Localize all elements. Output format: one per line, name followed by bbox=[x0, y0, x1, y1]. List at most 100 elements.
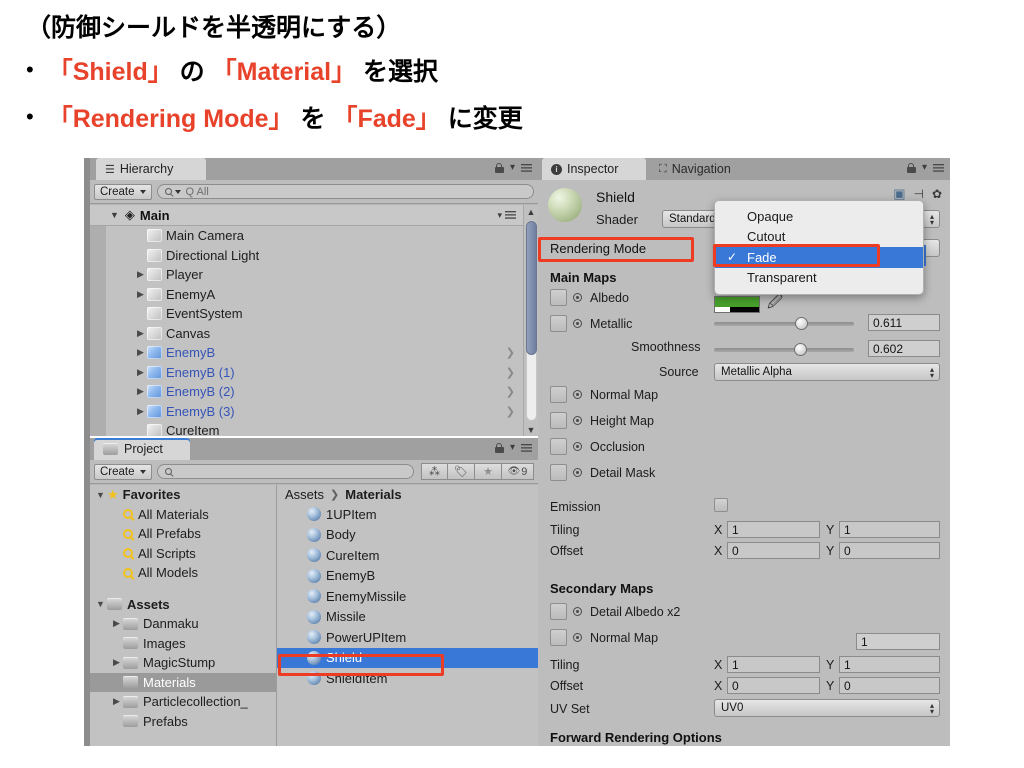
texture-slot[interactable] bbox=[550, 629, 567, 646]
project-tree-row[interactable]: All Prefabs bbox=[90, 524, 276, 544]
property-toggle-icon[interactable] bbox=[573, 293, 582, 302]
main-offset-x-field[interactable]: 0 bbox=[727, 542, 820, 559]
rendering-mode-option[interactable]: ✓ Fade bbox=[715, 247, 923, 268]
panel-menu-icon[interactable]: ▾ bbox=[510, 162, 515, 173]
hierarchy-row[interactable]: ▶ EnemyA bbox=[90, 285, 523, 305]
hierarchy-scrollbar[interactable]: ▲ ▼ bbox=[523, 205, 538, 436]
label-tag-icon[interactable]: 🏷 bbox=[448, 463, 475, 480]
smoothness-slider[interactable] bbox=[714, 343, 854, 356]
scroll-down-arrow-icon[interactable]: ▼ bbox=[524, 423, 538, 436]
project-tree-row[interactable]: ▶ Particlecollection_ bbox=[90, 692, 276, 712]
project-search-input[interactable] bbox=[156, 464, 414, 479]
main-tiling-y-field[interactable]: 1 bbox=[839, 521, 940, 538]
eyedropper-icon[interactable]: 🖉 bbox=[767, 292, 783, 317]
project-tree-row[interactable]: ▶ MagicStump bbox=[90, 653, 276, 673]
property-toggle-icon[interactable] bbox=[573, 607, 582, 616]
project-tree-row[interactable]: ▼ ★ Favorites bbox=[90, 485, 276, 505]
property-toggle-icon[interactable] bbox=[573, 468, 582, 477]
asset-row[interactable]: Body bbox=[277, 525, 538, 546]
secondary-tiling-y-field[interactable]: 1 bbox=[839, 656, 940, 673]
expand-arrow-icon[interactable]: ▶ bbox=[134, 347, 147, 358]
open-prefab-chevron-icon[interactable]: ❯ bbox=[506, 385, 515, 398]
secondary-tiling-x-field[interactable]: 1 bbox=[727, 656, 820, 673]
rendering-mode-option[interactable]: Opaque bbox=[715, 206, 923, 227]
panel-menu-icon[interactable]: ▾ bbox=[922, 162, 927, 173]
lock-icon[interactable] bbox=[494, 442, 504, 453]
project-tree-row[interactable]: All Scripts bbox=[90, 544, 276, 564]
tab-project[interactable]: Project bbox=[94, 438, 190, 460]
chevron-down-icon[interactable]: ▾ bbox=[497, 210, 502, 221]
secondary-offset-x-field[interactable]: 0 bbox=[727, 677, 820, 694]
open-prefab-chevron-icon[interactable]: ❯ bbox=[506, 366, 515, 379]
open-prefab-chevron-icon[interactable]: ❯ bbox=[506, 405, 515, 418]
hierarchy-row[interactable]: EventSystem bbox=[90, 304, 523, 324]
asset-row[interactable]: Missile bbox=[277, 607, 538, 628]
texture-slot[interactable] bbox=[550, 412, 567, 429]
asset-row[interactable]: Shield bbox=[277, 647, 538, 668]
property-toggle-icon[interactable] bbox=[573, 390, 582, 399]
project-tree-row[interactable]: ▶ Danmaku bbox=[90, 614, 276, 634]
hierarchy-tab-icons[interactable]: ▾ bbox=[494, 162, 532, 173]
hierarchy-scroll-thumb[interactable] bbox=[526, 221, 537, 355]
expand-arrow-icon[interactable]: ▼ bbox=[94, 490, 107, 500]
property-toggle-icon[interactable] bbox=[573, 633, 582, 642]
secondary-normal-map-value-field[interactable]: 1 bbox=[856, 633, 940, 650]
settings-gear-icon[interactable]: ✿ bbox=[932, 187, 942, 201]
rendering-mode-option[interactable]: Cutout bbox=[715, 227, 923, 248]
project-tree-row[interactable]: ▼ Assets bbox=[90, 595, 276, 615]
hierarchy-row[interactable]: ▶ EnemyB (2) ❯ bbox=[90, 382, 523, 402]
texture-slot[interactable] bbox=[550, 386, 567, 403]
expand-arrow-icon[interactable]: ▶ bbox=[110, 696, 123, 707]
lock-icon[interactable] bbox=[494, 162, 504, 173]
asset-row[interactable]: CureItem bbox=[277, 545, 538, 566]
inspector-tab-icons[interactable]: ▾ bbox=[906, 162, 944, 173]
expand-arrow-icon[interactable]: ▶ bbox=[110, 657, 123, 668]
texture-slot[interactable] bbox=[550, 438, 567, 455]
expand-arrow-icon[interactable]: ▶ bbox=[134, 367, 147, 378]
favorite-star-icon[interactable]: ★ bbox=[475, 463, 502, 480]
secondary-offset-y-field[interactable]: 0 bbox=[839, 677, 940, 694]
asset-row[interactable]: ShieldItem bbox=[277, 668, 538, 689]
asset-row[interactable]: EnemyB bbox=[277, 566, 538, 587]
metallic-slider[interactable] bbox=[714, 317, 854, 330]
hierarchy-row[interactable]: ▶ EnemyB ❯ bbox=[90, 343, 523, 363]
texture-slot[interactable] bbox=[550, 603, 567, 620]
source-dropdown[interactable]: Metallic Alpha ▴ ▾ bbox=[714, 363, 940, 381]
property-toggle-icon[interactable] bbox=[573, 416, 582, 425]
hierarchy-row[interactable]: Directional Light bbox=[90, 246, 523, 266]
hierarchy-row[interactable]: ▶ EnemyB (1) ❯ bbox=[90, 363, 523, 383]
lock-icon[interactable] bbox=[906, 162, 916, 173]
hamburger-icon[interactable] bbox=[933, 163, 944, 172]
hierarchy-create-button[interactable]: Create bbox=[94, 183, 152, 200]
expand-arrow-icon[interactable]: ▶ bbox=[134, 269, 147, 280]
tab-inspector[interactable]: i Inspector bbox=[542, 158, 646, 180]
scene-expand-arrow-icon[interactable]: ▼ bbox=[110, 210, 119, 220]
layout-icon[interactable]: ⊣ bbox=[913, 187, 923, 201]
texture-slot[interactable] bbox=[550, 464, 567, 481]
texture-slot[interactable] bbox=[550, 315, 567, 332]
emission-checkbox[interactable] bbox=[714, 498, 728, 512]
panel-menu-icon[interactable]: ▾ bbox=[510, 442, 515, 453]
expand-arrow-icon[interactable]: ▶ bbox=[134, 406, 147, 417]
hierarchy-row[interactable]: Main Camera bbox=[90, 226, 523, 246]
hierarchy-row[interactable]: ▶ EnemyB (3) ❯ bbox=[90, 402, 523, 422]
hierarchy-row[interactable]: ▶ Canvas bbox=[90, 324, 523, 344]
asset-row[interactable]: PowerUPItem bbox=[277, 627, 538, 648]
project-tree-row[interactable]: All Materials bbox=[90, 505, 276, 525]
hierarchy-search-input[interactable]: Q All bbox=[156, 184, 534, 199]
breadcrumb-materials[interactable]: Materials bbox=[345, 487, 401, 502]
project-tree-row[interactable]: Materials bbox=[90, 672, 276, 692]
expand-arrow-icon[interactable]: ▼ bbox=[94, 599, 107, 609]
hamburger-icon[interactable] bbox=[521, 163, 532, 172]
project-tree-row[interactable]: Prefabs bbox=[90, 712, 276, 732]
albedo-color-swatch[interactable] bbox=[714, 296, 760, 313]
smoothness-value-field[interactable]: 0.602 bbox=[868, 340, 940, 357]
asset-bundle-icon[interactable]: ⁂ bbox=[421, 463, 448, 480]
asset-row[interactable]: EnemyMissile bbox=[277, 586, 538, 607]
main-offset-y-field[interactable]: 0 bbox=[839, 542, 940, 559]
project-tab-icons[interactable]: ▾ bbox=[494, 442, 532, 453]
smoothness-slider-knob[interactable] bbox=[793, 343, 807, 356]
hierarchy-row[interactable]: CureItem bbox=[90, 421, 523, 436]
hamburger-icon[interactable] bbox=[521, 443, 532, 452]
scroll-up-arrow-icon[interactable]: ▲ bbox=[524, 205, 538, 218]
